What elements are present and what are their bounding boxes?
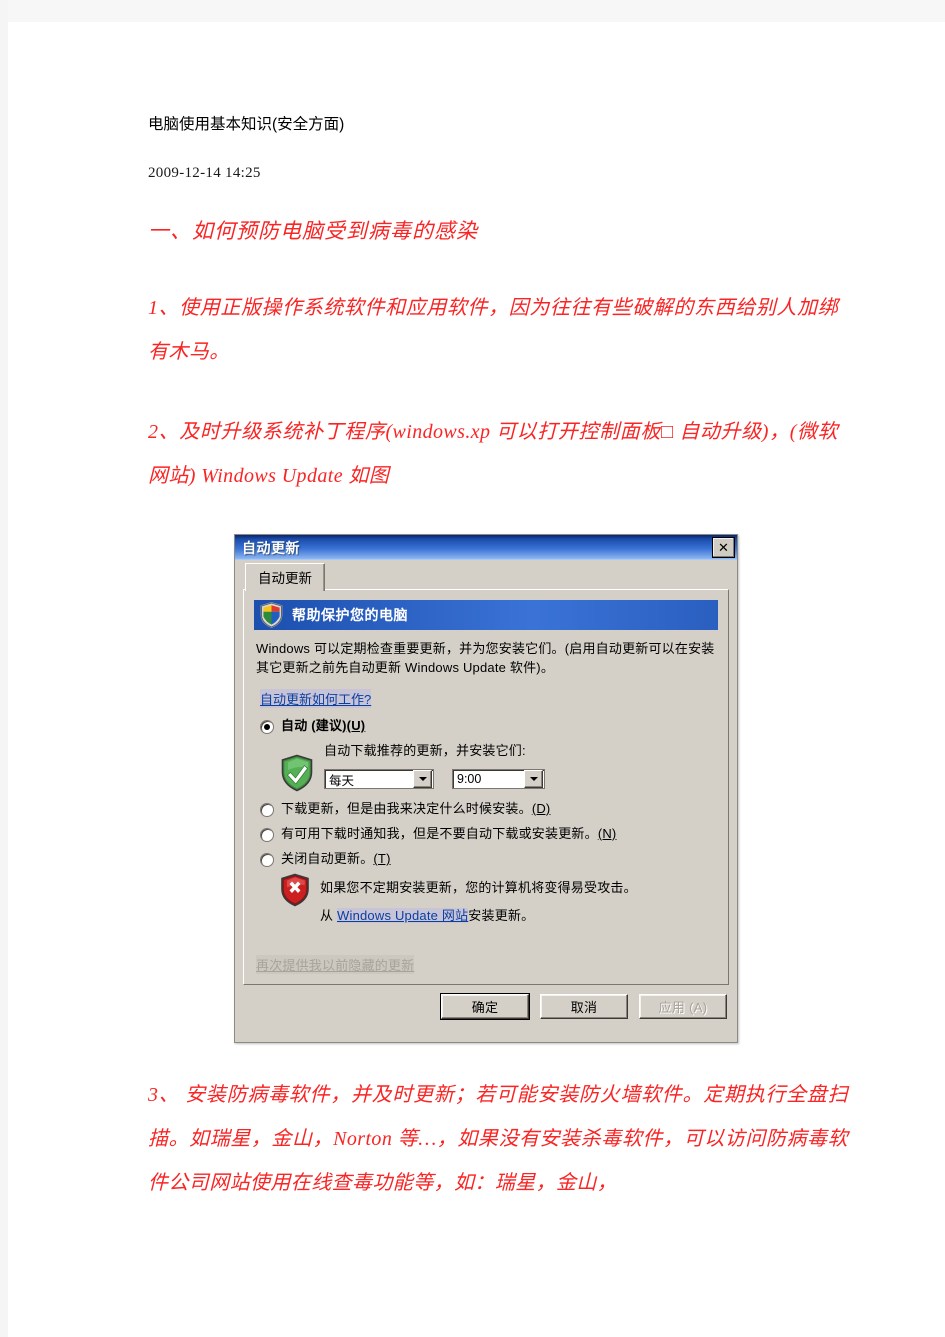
automatic-detail: 自动下载推荐的更新，并安装它们: 每天 9:00 — [280, 738, 718, 792]
automatic-sub-text: 自动下载推荐的更新，并安装它们: — [324, 743, 526, 758]
option-text-automatic: 自动 (建议) — [281, 718, 347, 733]
option-label-download-only: 下载更新，但是由我来决定什么时候安装。(D) — [281, 800, 550, 817]
chevron-down-icon[interactable] — [524, 770, 543, 788]
option-row-notify-only[interactable]: 有可用下载时通知我，但是不要自动下载或安装更新。(N) — [254, 825, 718, 842]
windows-update-line: 从 Windows Update 网站安装更新。 — [320, 902, 637, 930]
red-warning-shield-icon — [280, 873, 310, 907]
page-left-gutter — [0, 0, 8, 1337]
windows-update-suffix: 安装更新。 — [468, 908, 535, 923]
apply-button: 应用 (A) — [639, 994, 727, 1019]
option-accel-turn-off: (T) — [373, 851, 391, 866]
option-row-turn-off[interactable]: 关闭自动更新。(T) — [254, 850, 718, 867]
automatic-detail-right: 自动下载推荐的更新，并安装它们: 每天 9:00 — [324, 738, 545, 789]
option-accel-download-only: (D) — [531, 801, 551, 816]
tab-automatic-updates[interactable]: 自动更新 — [245, 563, 325, 591]
paragraph-1: 1、使用正版操作系统软件和应用软件，因为往往有些破解的东西给别人加绑有木马。 — [148, 297, 838, 363]
tabstrip: 自动更新 — [243, 563, 729, 591]
windows-update-site-link[interactable]: Windows Update 网站 — [337, 908, 469, 923]
radio-turn-off[interactable] — [260, 853, 274, 867]
dialog-titlebar: 自动更新 ✕ — [235, 535, 737, 560]
windows-security-shield-icon — [260, 602, 283, 628]
option-label-automatic: 自动 (建议)(U) — [281, 717, 365, 734]
option-label-notify-only: 有可用下载时通知我，但是不要自动下载或安装更新。(N) — [281, 825, 616, 842]
dialog-body: 自动更新 帮助保护您的电脑 Windows 可以定期检查重要更新，并为您安装它们… — [235, 560, 737, 1027]
option-accel-automatic: (U) — [346, 718, 366, 733]
how-automatic-updates-works-link[interactable]: 自动更新如何工作? — [260, 689, 372, 708]
dialog-banner: 帮助保护您的电脑 — [254, 600, 718, 630]
option-accel-notify-only: (N) — [597, 826, 617, 841]
cancel-button[interactable]: 取消 — [540, 994, 628, 1019]
section-heading: 一、如何预防电脑受到病毒的感染 — [148, 219, 478, 243]
option-text-download-only: 下载更新，但是由我来决定什么时候安装。 — [281, 801, 532, 816]
chevron-down-icon[interactable] — [413, 770, 432, 788]
document-timestamp: 2009-12-14 14:25 — [148, 165, 261, 181]
paragraph-2: 2、及时升级系统补丁程序(windows.xp 可以打开控制面板□ 自动升级)，… — [148, 421, 839, 487]
warning-text: 如果您不定期安装更新，您的计算机将变得易受攻击。 — [320, 880, 637, 895]
time-select-value: 9:00 — [457, 772, 482, 786]
dialog-title: 自动更新 — [242, 539, 300, 556]
restore-hidden-updates-link: 再次提供我以前隐藏的更新 — [256, 955, 415, 974]
banner-title: 帮助保护您的电脑 — [292, 607, 408, 623]
option-row-automatic[interactable]: 自动 (建议)(U) — [254, 717, 718, 734]
day-select[interactable]: 每天 — [324, 769, 434, 789]
radio-download-only[interactable] — [260, 803, 274, 817]
automatic-updates-dialog: 自动更新 ✕ 自动更新 帮助保护您的电脑 Windows 可以定期检查重要更新，… — [234, 534, 738, 1043]
time-select[interactable]: 9:00 — [452, 769, 545, 789]
green-check-shield-icon — [280, 754, 314, 792]
tab-panel: 帮助保护您的电脑 Windows 可以定期检查重要更新，并为您安装它们。(启用自… — [243, 589, 729, 985]
document-page: 电脑使用基本知识(安全方面) 2009-12-14 14:25 一、如何预防电脑… — [0, 0, 945, 1337]
option-row-download-only[interactable]: 下载更新，但是由我来决定什么时候安装。(D) — [254, 800, 718, 817]
radio-notify-only[interactable] — [260, 828, 274, 842]
page-top-gutter — [0, 0, 945, 22]
option-text-notify-only: 有可用下载时通知我，但是不要自动下载或安装更新。 — [281, 826, 598, 841]
paragraph-3: 3、 安装防病毒软件，并及时更新；若可能安装防火墙软件。定期执行全盘扫描。如瑞星… — [148, 1084, 848, 1194]
warning-detail: 如果您不定期安装更新，您的计算机将变得易受攻击。 从 Windows Updat… — [280, 871, 718, 930]
close-icon[interactable]: ✕ — [712, 537, 735, 558]
ok-button[interactable]: 确定 — [440, 993, 530, 1020]
option-text-turn-off: 关闭自动更新。 — [281, 851, 374, 866]
page-title: 电脑使用基本知识(安全方面) — [148, 116, 345, 133]
windows-update-prefix: 从 — [320, 908, 338, 923]
day-select-value: 每天 — [329, 773, 355, 788]
schedule-combo-row: 每天 9:00 — [324, 769, 545, 789]
dialog-button-bar: 确定 取消 应用 (A) — [243, 993, 729, 1020]
radio-automatic[interactable] — [260, 720, 274, 734]
dialog-description: Windows 可以定期检查重要更新，并为您安装它们。(启用自动更新可以在安装其… — [256, 641, 715, 675]
option-label-turn-off: 关闭自动更新。(T) — [281, 850, 391, 867]
warning-lines: 如果您不定期安装更新，您的计算机将变得易受攻击。 从 Windows Updat… — [320, 871, 637, 930]
